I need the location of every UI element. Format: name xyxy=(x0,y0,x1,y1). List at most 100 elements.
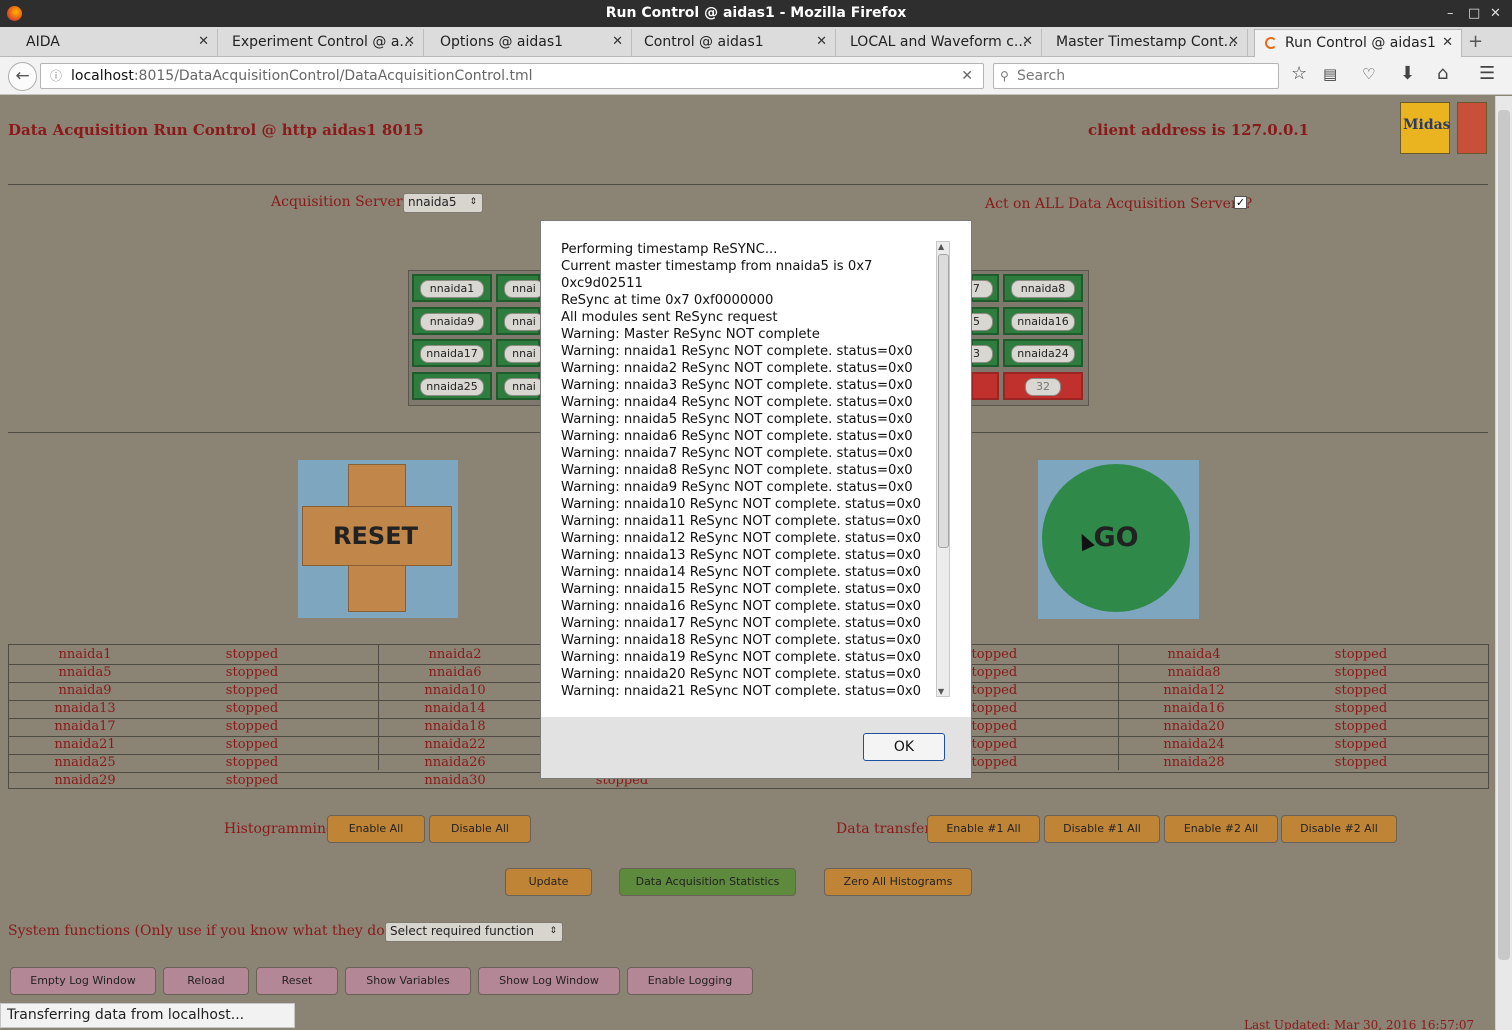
server-nnaida9[interactable]: nnaida9 xyxy=(412,307,492,335)
page-scrollbar-thumb[interactable] xyxy=(1498,110,1510,960)
reset-button[interactable]: RESET xyxy=(298,460,458,618)
zero-histograms-button[interactable]: Zero All Histograms xyxy=(824,868,972,896)
close-tab-icon[interactable]: ✕ xyxy=(816,29,827,55)
tab-local-waveform[interactable]: LOCAL and Waveform c... ✕ xyxy=(828,29,1042,57)
server-nnaida2[interactable]: nnai xyxy=(496,274,544,302)
bookmark-star-icon[interactable]: ☆ xyxy=(1291,63,1307,84)
server-label: nnai xyxy=(504,280,544,298)
server-32[interactable]: 32 xyxy=(1003,372,1083,400)
ok-button[interactable]: OK xyxy=(863,733,945,761)
status-state: stopped xyxy=(225,755,279,770)
scroll-up-icon[interactable]: ▲ xyxy=(938,242,944,251)
status-server: nnaida6 xyxy=(428,665,482,680)
home-icon[interactable]: ⌂ xyxy=(1437,63,1448,84)
tab-bar: AIDA ✕ Experiment Control @ a... ✕ Options… xyxy=(0,27,1512,57)
info-icon[interactable]: ⓘ xyxy=(50,64,62,88)
window-titlebar: Run Control @ aidas1 - Mozilla Firefox –… xyxy=(0,0,1512,27)
url-bar[interactable]: ⓘ localhost:8015/DataAcquisitionControl/… xyxy=(40,63,984,89)
status-state: stopped xyxy=(1334,701,1388,716)
maximize-icon[interactable]: □ xyxy=(1468,0,1480,27)
dt-disable2-button[interactable]: Disable #2 All xyxy=(1281,815,1397,843)
empty-log-button[interactable]: Empty Log Window xyxy=(10,967,156,995)
server-nnaida25[interactable]: nnaida25 xyxy=(412,372,492,400)
status-state: stopped xyxy=(1334,683,1388,698)
status-state: stopped xyxy=(225,665,279,680)
server-nnaida18[interactable]: nnai xyxy=(496,339,544,367)
server-nnaida1[interactable]: nnaida1 xyxy=(412,274,492,302)
downloads-icon[interactable]: ⬇ xyxy=(1400,63,1415,84)
sysfunc-label: System functions (Only use if you know w… xyxy=(8,923,408,939)
close-tab-icon[interactable]: ✕ xyxy=(404,29,415,55)
status-server: nnaida30 xyxy=(424,773,486,788)
tab-master-timestamp[interactable]: Master Timestamp Cont... ✕ xyxy=(1034,29,1248,57)
show-log-window-button[interactable]: Show Log Window xyxy=(478,967,620,995)
close-tab-icon[interactable]: ✕ xyxy=(198,29,209,55)
dt-disable1-button[interactable]: Disable #1 All xyxy=(1044,815,1160,843)
enable-logging-button[interactable]: Enable Logging xyxy=(627,967,753,995)
acq-servers-select[interactable]: nnaida5 ⇕ xyxy=(403,193,483,213)
server-nnaida23[interactable]: 23 xyxy=(953,339,999,367)
server-label: nnaida9 xyxy=(420,313,484,331)
hist-disable-all-button[interactable]: Disable All xyxy=(429,815,531,843)
reset-small-button[interactable]: Reset xyxy=(256,967,338,995)
server-label: nnai xyxy=(504,345,544,363)
update-button[interactable]: Update xyxy=(505,868,592,896)
server-nnaida10[interactable]: nnai xyxy=(496,307,544,335)
server-nnaida7[interactable]: a7 xyxy=(953,274,999,302)
minimize-icon[interactable]: – xyxy=(1447,0,1454,27)
tab-experiment-control[interactable]: Experiment Control @ a... ✕ xyxy=(210,29,424,57)
close-icon[interactable]: ✕ xyxy=(1490,0,1501,27)
server-nnaida17[interactable]: nnaida17 xyxy=(412,339,492,367)
dialog-line: Warning: nnaida19 ReSync NOT complete. s… xyxy=(561,650,921,665)
server-nnaida26[interactable]: nnai xyxy=(496,372,544,400)
dialog-line: Warning: nnaida13 ReSync NOT complete. s… xyxy=(561,548,921,563)
reload-button[interactable]: Reload xyxy=(163,967,249,995)
status-state: stopped xyxy=(225,701,279,716)
tab-options[interactable]: Options @ aidas1 ✕ xyxy=(418,29,632,57)
show-variables-button[interactable]: Show Variables xyxy=(345,967,471,995)
search-input[interactable]: ⚲ Search xyxy=(993,63,1279,89)
table-col-divider xyxy=(378,644,379,770)
server-31[interactable] xyxy=(971,372,999,400)
server-nnaida24[interactable]: nnaida24 xyxy=(1003,339,1083,367)
dialog-scrollbar[interactable]: ▲ ▼ xyxy=(936,241,950,697)
tab-run-control[interactable]: Run Control @ aidas1 ✕ xyxy=(1254,29,1462,57)
back-button[interactable]: ← xyxy=(8,62,37,91)
acq-servers-value: nnaida5 xyxy=(408,195,457,209)
server-nnaida16[interactable]: nnaida16 xyxy=(1003,307,1083,335)
act-all-label: Act on ALL Data Acquisition Servers? xyxy=(985,196,1253,212)
page-scrollbar[interactable] xyxy=(1495,96,1512,1030)
pocket-icon[interactable]: ♡ xyxy=(1362,65,1375,83)
status-server: nnaida20 xyxy=(1163,719,1225,734)
scrollbar-thumb[interactable] xyxy=(938,254,949,548)
close-tab-icon[interactable]: ✕ xyxy=(1022,29,1033,55)
close-tab-icon[interactable]: ✕ xyxy=(1442,30,1453,56)
server-nnaida15[interactable]: 15 xyxy=(953,307,999,335)
status-state: stopped xyxy=(225,737,279,752)
tab-label: LOCAL and Waveform c... xyxy=(850,34,1028,50)
daq-stats-button[interactable]: Data Acquisition Statistics xyxy=(619,868,796,896)
dialog-line: Warning: nnaida2 ReSync NOT complete. st… xyxy=(561,361,913,376)
dt-enable2-button[interactable]: Enable #2 All xyxy=(1164,815,1278,843)
window-title: Run Control @ aidas1 - Mozilla Firefox xyxy=(605,5,907,21)
act-all-checkbox[interactable]: ✓ xyxy=(1234,196,1247,209)
tab-aida[interactable]: AIDA ✕ xyxy=(4,29,218,57)
tab-control[interactable]: Control @ aidas1 ✕ xyxy=(622,29,836,57)
new-tab-icon[interactable]: + xyxy=(1468,31,1483,52)
sysfunc-select[interactable]: Select required function ⇕ xyxy=(385,922,563,942)
dt-enable1-button[interactable]: Enable #1 All xyxy=(927,815,1040,843)
reading-list-icon[interactable]: ▤ xyxy=(1323,65,1337,83)
clear-url-icon[interactable]: ✕ xyxy=(961,64,973,88)
server-label: nnai xyxy=(504,378,544,396)
dialog-line: ReSync at time 0x7 0xf0000000 xyxy=(561,293,774,308)
server-nnaida8[interactable]: nnaida8 xyxy=(1003,274,1083,302)
scroll-down-icon[interactable]: ▼ xyxy=(938,687,944,696)
dialog-line: Warning: nnaida12 ReSync NOT complete. s… xyxy=(561,531,921,546)
menu-icon[interactable]: ☰ xyxy=(1479,63,1495,84)
go-button[interactable]: GO xyxy=(1038,460,1199,619)
histogramming-label: Histogramming xyxy=(224,821,335,837)
hist-enable-all-button[interactable]: Enable All xyxy=(327,815,425,843)
status-server: nnaida28 xyxy=(1163,755,1225,770)
server-label: 32 xyxy=(1025,378,1061,396)
close-tab-icon[interactable]: ✕ xyxy=(1228,29,1239,55)
